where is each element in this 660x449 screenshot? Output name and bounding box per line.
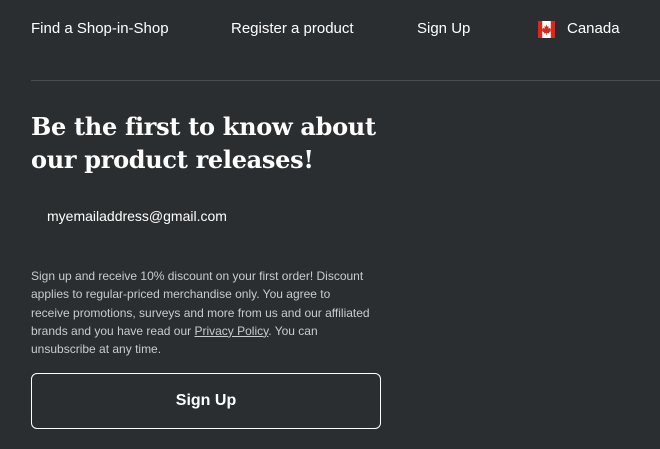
find-shop-in-shop-link[interactable]: Find a Shop-in-Shop xyxy=(31,20,169,38)
headline-line-1: Be the first to know about xyxy=(31,112,376,141)
nav-sign-up-link[interactable]: Sign Up xyxy=(417,20,470,38)
privacy-policy-link[interactable]: Privacy Policy xyxy=(194,324,268,338)
country-selector[interactable]: Canada xyxy=(538,20,620,38)
country-label: Canada xyxy=(567,20,620,37)
newsletter-headline: Be the first to know about our product r… xyxy=(31,110,391,176)
signup-disclaimer: Sign up and receive 10% discount on your… xyxy=(31,267,371,358)
top-navigation: Find a Shop-in-Shop Register a product S… xyxy=(0,0,660,60)
register-product-link[interactable]: Register a product xyxy=(231,20,354,38)
canada-flag-icon xyxy=(538,20,555,38)
email-input[interactable] xyxy=(31,200,381,232)
nav-divider xyxy=(31,80,660,81)
headline-line-2: our product releases! xyxy=(31,145,314,174)
sign-up-button[interactable]: Sign Up xyxy=(31,373,381,429)
